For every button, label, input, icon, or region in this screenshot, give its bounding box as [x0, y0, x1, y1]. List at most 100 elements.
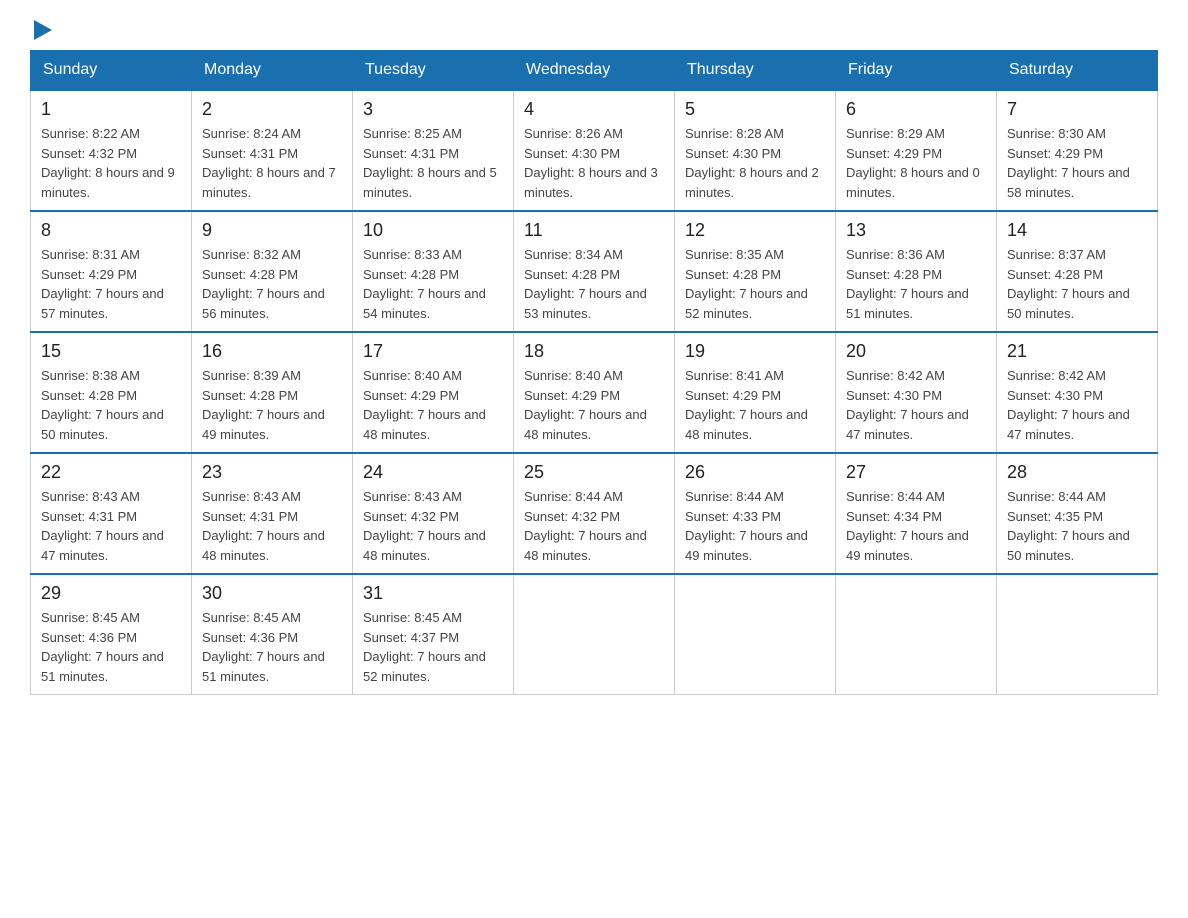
calendar-day-cell: 10 Sunrise: 8:33 AMSunset: 4:28 PMDayligh…: [353, 211, 514, 332]
column-header-sunday: Sunday: [31, 51, 192, 91]
calendar-day-cell: [836, 574, 997, 695]
calendar-day-cell: 1 Sunrise: 8:22 AMSunset: 4:32 PMDaylight…: [31, 90, 192, 211]
calendar-day-cell: 11Sunrise: 8:34 AMSunset: 4:28 PMDayligh…: [514, 211, 675, 332]
calendar-day-cell: 20 Sunrise: 8:42 AMSunset: 4:30 PMDayligh…: [836, 332, 997, 453]
calendar-day-cell: 18 Sunrise: 8:40 AMSunset: 4:29 PMDayligh…: [514, 332, 675, 453]
day-info: Sunrise: 8:28 AMSunset: 4:30 PMDaylight:…: [685, 124, 825, 202]
calendar-day-cell: [997, 574, 1158, 695]
day-info: Sunrise: 8:29 AMSunset: 4:29 PMDaylight:…: [846, 124, 986, 202]
calendar-day-cell: 24 Sunrise: 8:43 AMSunset: 4:32 PMDayligh…: [353, 453, 514, 574]
day-info: Sunrise: 8:41 AMSunset: 4:29 PMDaylight:…: [685, 366, 825, 444]
day-number: 22: [41, 462, 181, 483]
calendar-day-cell: 8 Sunrise: 8:31 AMSunset: 4:29 PMDaylight…: [31, 211, 192, 332]
day-number: 20: [846, 341, 986, 362]
day-number: 7: [1007, 99, 1147, 120]
calendar-day-cell: 6 Sunrise: 8:29 AMSunset: 4:29 PMDaylight…: [836, 90, 997, 211]
day-number: 6: [846, 99, 986, 120]
day-info: Sunrise: 8:43 AMSunset: 4:32 PMDaylight:…: [363, 487, 503, 565]
day-info: Sunrise: 8:30 AMSunset: 4:29 PMDaylight:…: [1007, 124, 1147, 202]
day-number: 30: [202, 583, 342, 604]
day-number: 4: [524, 99, 664, 120]
calendar-day-cell: 31 Sunrise: 8:45 AMSunset: 4:37 PMDayligh…: [353, 574, 514, 695]
calendar-day-cell: 23 Sunrise: 8:43 AMSunset: 4:31 PMDayligh…: [192, 453, 353, 574]
day-info: Sunrise: 8:33 AMSunset: 4:28 PMDaylight:…: [363, 245, 503, 323]
day-number: 24: [363, 462, 503, 483]
day-number: 19: [685, 341, 825, 362]
day-number: 16: [202, 341, 342, 362]
day-number: 1: [41, 99, 181, 120]
day-number: 17: [363, 341, 503, 362]
calendar-day-cell: 2 Sunrise: 8:24 AMSunset: 4:31 PMDaylight…: [192, 90, 353, 211]
day-number: 28: [1007, 462, 1147, 483]
calendar-day-cell: 19 Sunrise: 8:41 AMSunset: 4:29 PMDayligh…: [675, 332, 836, 453]
column-header-tuesday: Tuesday: [353, 51, 514, 91]
calendar-day-cell: 13Sunrise: 8:36 AMSunset: 4:28 PMDayligh…: [836, 211, 997, 332]
calendar-day-cell: 4 Sunrise: 8:26 AMSunset: 4:30 PMDaylight…: [514, 90, 675, 211]
day-number: 14: [1007, 220, 1147, 241]
day-info: Sunrise: 8:37 AMSunset: 4:28 PMDaylight:…: [1007, 245, 1147, 323]
day-number: 31: [363, 583, 503, 604]
day-info: Sunrise: 8:24 AMSunset: 4:31 PMDaylight:…: [202, 124, 342, 202]
calendar-header-row: SundayMondayTuesdayWednesdayThursdayFrid…: [31, 51, 1158, 91]
calendar-day-cell: 12 Sunrise: 8:35 AMSunset: 4:28 PMDayligh…: [675, 211, 836, 332]
day-info: Sunrise: 8:43 AMSunset: 4:31 PMDaylight:…: [41, 487, 181, 565]
day-info: Sunrise: 8:26 AMSunset: 4:30 PMDaylight:…: [524, 124, 664, 202]
calendar-day-cell: 21 Sunrise: 8:42 AMSunset: 4:30 PMDayligh…: [997, 332, 1158, 453]
calendar-table: SundayMondayTuesdayWednesdayThursdayFrid…: [30, 50, 1158, 695]
day-number: 25: [524, 462, 664, 483]
calendar-week-row: 1 Sunrise: 8:22 AMSunset: 4:32 PMDaylight…: [31, 90, 1158, 211]
calendar-day-cell: 25 Sunrise: 8:44 AMSunset: 4:32 PMDayligh…: [514, 453, 675, 574]
calendar-week-row: 15 Sunrise: 8:38 AMSunset: 4:28 PMDayligh…: [31, 332, 1158, 453]
column-header-wednesday: Wednesday: [514, 51, 675, 91]
column-header-friday: Friday: [836, 51, 997, 91]
calendar-day-cell: 22 Sunrise: 8:43 AMSunset: 4:31 PMDayligh…: [31, 453, 192, 574]
day-info: Sunrise: 8:38 AMSunset: 4:28 PMDaylight:…: [41, 366, 181, 444]
column-header-saturday: Saturday: [997, 51, 1158, 91]
calendar-week-row: 22 Sunrise: 8:43 AMSunset: 4:31 PMDayligh…: [31, 453, 1158, 574]
calendar-day-cell: 14 Sunrise: 8:37 AMSunset: 4:28 PMDayligh…: [997, 211, 1158, 332]
calendar-day-cell: 15 Sunrise: 8:38 AMSunset: 4:28 PMDayligh…: [31, 332, 192, 453]
day-number: 18: [524, 341, 664, 362]
calendar-week-row: 29 Sunrise: 8:45 AMSunset: 4:36 PMDayligh…: [31, 574, 1158, 695]
day-info: Sunrise: 8:44 AMSunset: 4:33 PMDaylight:…: [685, 487, 825, 565]
day-info: Sunrise: 8:22 AMSunset: 4:32 PMDaylight:…: [41, 124, 181, 202]
day-number: 11: [524, 220, 664, 241]
day-number: 13: [846, 220, 986, 241]
day-number: 26: [685, 462, 825, 483]
day-number: 12: [685, 220, 825, 241]
day-info: Sunrise: 8:31 AMSunset: 4:29 PMDaylight:…: [41, 245, 181, 323]
day-number: 3: [363, 99, 503, 120]
day-number: 21: [1007, 341, 1147, 362]
day-info: Sunrise: 8:42 AMSunset: 4:30 PMDaylight:…: [1007, 366, 1147, 444]
day-info: Sunrise: 8:44 AMSunset: 4:34 PMDaylight:…: [846, 487, 986, 565]
calendar-day-cell: 7 Sunrise: 8:30 AMSunset: 4:29 PMDaylight…: [997, 90, 1158, 211]
day-info: Sunrise: 8:32 AMSunset: 4:28 PMDaylight:…: [202, 245, 342, 323]
day-number: 15: [41, 341, 181, 362]
day-info: Sunrise: 8:45 AMSunset: 4:36 PMDaylight:…: [202, 608, 342, 686]
day-number: 2: [202, 99, 342, 120]
calendar-day-cell: 26 Sunrise: 8:44 AMSunset: 4:33 PMDayligh…: [675, 453, 836, 574]
day-number: 29: [41, 583, 181, 604]
calendar-day-cell: 3Sunrise: 8:25 AMSunset: 4:31 PMDaylight…: [353, 90, 514, 211]
day-info: Sunrise: 8:43 AMSunset: 4:31 PMDaylight:…: [202, 487, 342, 565]
day-number: 8: [41, 220, 181, 241]
day-info: Sunrise: 8:45 AMSunset: 4:37 PMDaylight:…: [363, 608, 503, 686]
day-info: Sunrise: 8:39 AMSunset: 4:28 PMDaylight:…: [202, 366, 342, 444]
calendar-day-cell: 27 Sunrise: 8:44 AMSunset: 4:34 PMDayligh…: [836, 453, 997, 574]
page-header: [30, 20, 1158, 40]
column-header-monday: Monday: [192, 51, 353, 91]
day-number: 27: [846, 462, 986, 483]
day-info: Sunrise: 8:40 AMSunset: 4:29 PMDaylight:…: [524, 366, 664, 444]
day-info: Sunrise: 8:35 AMSunset: 4:28 PMDaylight:…: [685, 245, 825, 323]
day-info: Sunrise: 8:44 AMSunset: 4:32 PMDaylight:…: [524, 487, 664, 565]
calendar-day-cell: 9Sunrise: 8:32 AMSunset: 4:28 PMDaylight…: [192, 211, 353, 332]
day-number: 23: [202, 462, 342, 483]
calendar-day-cell: [514, 574, 675, 695]
calendar-day-cell: 17 Sunrise: 8:40 AMSunset: 4:29 PMDayligh…: [353, 332, 514, 453]
logo-triangle-icon: [34, 20, 52, 40]
calendar-day-cell: 28 Sunrise: 8:44 AMSunset: 4:35 PMDayligh…: [997, 453, 1158, 574]
day-info: Sunrise: 8:44 AMSunset: 4:35 PMDaylight:…: [1007, 487, 1147, 565]
day-info: Sunrise: 8:42 AMSunset: 4:30 PMDaylight:…: [846, 366, 986, 444]
day-info: Sunrise: 8:40 AMSunset: 4:29 PMDaylight:…: [363, 366, 503, 444]
day-number: 10: [363, 220, 503, 241]
